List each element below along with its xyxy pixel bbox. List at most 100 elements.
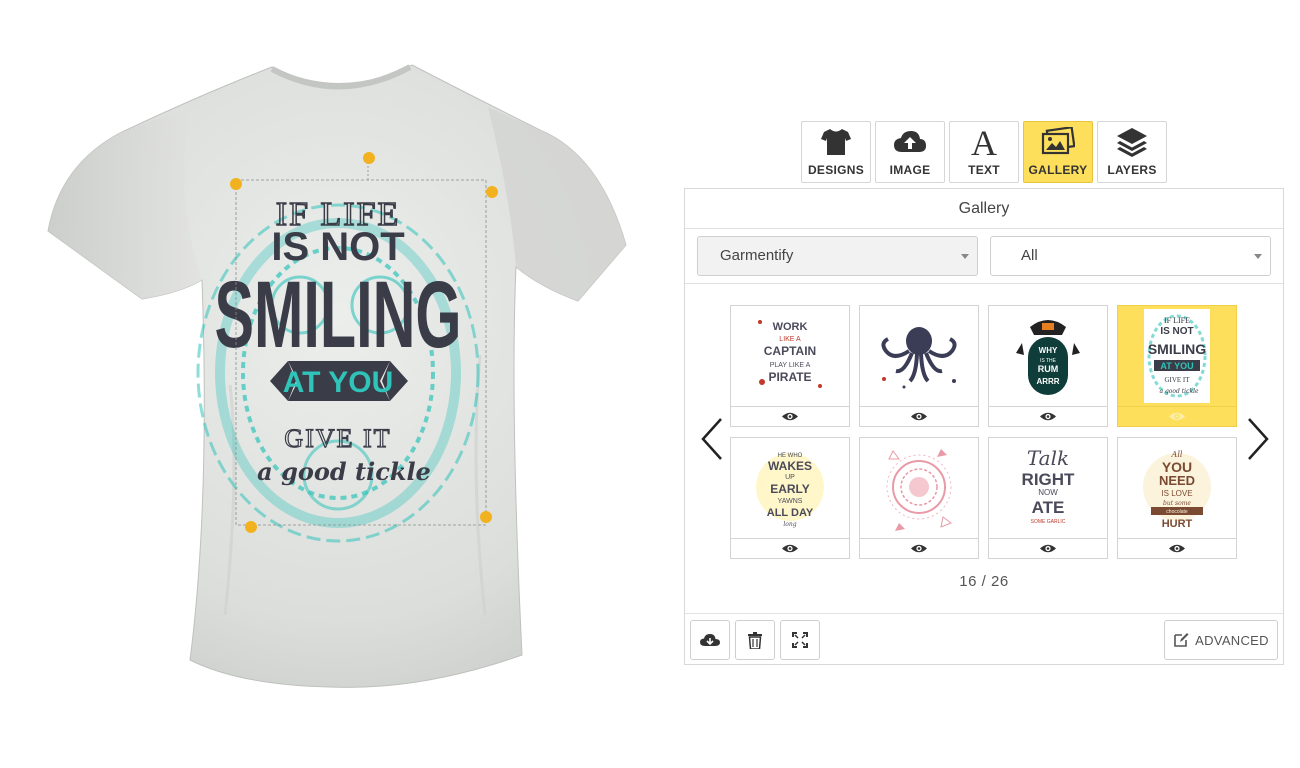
fullscreen-button[interactable]: [780, 620, 820, 660]
preview-eye-button[interactable]: [860, 538, 978, 558]
tab-layers[interactable]: LAYERS: [1097, 121, 1167, 183]
svg-text:CAPTAIN: CAPTAIN: [764, 344, 816, 358]
gallery-thumbnail: All YOU NEED IS LOVE but some chocolate …: [1118, 438, 1236, 538]
cloud-upload-icon: [893, 126, 927, 158]
panel-title: Gallery: [685, 189, 1283, 229]
eye-icon: [911, 544, 927, 553]
svg-text:AT YOU: AT YOU: [1160, 361, 1193, 371]
svg-text:RUM: RUM: [1038, 364, 1059, 374]
gallery-item[interactable]: HE WHO WAKES UP EARLY YAWNS ALL DAY long: [730, 437, 850, 559]
gallery-item[interactable]: WHY IS THE RUM ARRR: [988, 305, 1108, 427]
preview-eye-button[interactable]: [860, 406, 978, 426]
gallery-thumbnail: WHY IS THE RUM ARRR: [989, 306, 1107, 406]
svg-text:WAKES: WAKES: [768, 459, 812, 473]
chevron-down-icon: [961, 254, 969, 259]
svg-text:GIVE IT: GIVE IT: [1164, 376, 1190, 384]
divider: [685, 283, 1283, 284]
gallery-thumbnail: WORK LIKE A CAPTAIN PLAY LIKE A PIRATE: [731, 306, 849, 406]
gallery-thumbnail: Talk RIGHT NOW ATE SOME GARLIC: [989, 438, 1107, 538]
tab-layers-label: LAYERS: [1107, 163, 1157, 177]
design-line-5: GIVE IT: [284, 424, 391, 453]
gallery-item[interactable]: [859, 305, 979, 427]
divider: [685, 613, 1283, 614]
expand-icon: [792, 632, 808, 648]
svg-text:LIKE A: LIKE A: [779, 336, 801, 343]
mandala-icon: [886, 449, 953, 531]
preview-eye-button[interactable]: [989, 538, 1107, 558]
preview-eye-button[interactable]: [1118, 406, 1236, 426]
svg-text:ATE: ATE: [1032, 498, 1065, 517]
tab-image[interactable]: IMAGE: [875, 121, 945, 183]
gallery-item[interactable]: All YOU NEED IS LOVE but some chocolate …: [1117, 437, 1237, 559]
resize-handle-bottom-left: [245, 521, 257, 533]
svg-text:PIRATE: PIRATE: [768, 370, 811, 384]
advanced-button[interactable]: ADVANCED: [1164, 620, 1278, 660]
page-current: 16: [959, 573, 977, 590]
preview-eye-button[interactable]: [1118, 538, 1236, 558]
svg-text:long: long: [783, 521, 796, 528]
svg-text:IS NOT: IS NOT: [1160, 326, 1193, 337]
gallery-item[interactable]: WORK LIKE A CAPTAIN PLAY LIKE A PIRATE: [730, 305, 850, 427]
chevron-right-icon: [1248, 418, 1269, 460]
tab-text[interactable]: A TEXT: [949, 121, 1019, 183]
svg-text:IS LOVE: IS LOVE: [1161, 489, 1192, 498]
gallery-item[interactable]: [859, 437, 979, 559]
prev-page-arrow[interactable]: [697, 415, 727, 463]
eye-icon: [1169, 412, 1185, 421]
octopus-icon: [881, 327, 957, 389]
resize-handle-bottom-right: [480, 511, 492, 523]
resize-handle-top-left: [230, 178, 242, 190]
tab-designs[interactable]: DESIGNS: [801, 121, 871, 183]
gallery-thumbnail: [860, 438, 978, 538]
next-page-arrow[interactable]: [1243, 415, 1273, 463]
source-select[interactable]: Garmentify: [697, 236, 978, 276]
eye-icon: [1040, 412, 1056, 421]
page-total: 26: [991, 573, 1009, 590]
gallery-grid: WORK LIKE A CAPTAIN PLAY LIKE A PIRATE W…: [730, 305, 1240, 559]
svg-text:NOW: NOW: [1038, 488, 1058, 497]
delete-button[interactable]: [735, 620, 775, 660]
eye-icon: [1040, 544, 1056, 553]
chevron-left-icon: [701, 418, 722, 460]
svg-text:YAWNS: YAWNS: [778, 498, 803, 505]
tshirt-mockup: IF LIFE IS NOT SMILING AT YOU GIVE IT a …: [47, 64, 627, 688]
svg-text:ALL DAY: ALL DAY: [767, 507, 814, 519]
preview-eye-button[interactable]: [989, 406, 1107, 426]
eye-icon: [782, 412, 798, 421]
svg-text:A: A: [971, 126, 997, 158]
svg-text:WHY: WHY: [1039, 346, 1058, 355]
svg-text:a good tickle: a good tickle: [1159, 388, 1199, 395]
design-line-4: AT YOU: [283, 366, 394, 399]
tshirt-icon: [819, 126, 853, 158]
tab-image-label: IMAGE: [889, 163, 931, 177]
gallery-item[interactable]: Talk RIGHT NOW ATE SOME GARLIC: [988, 437, 1108, 559]
svg-text:UP: UP: [785, 474, 795, 481]
tab-designs-label: DESIGNS: [807, 163, 865, 177]
shirt-preview[interactable]: IF LIFE IS NOT SMILING AT YOU GIVE IT a …: [40, 55, 640, 695]
save-cloud-button[interactable]: [690, 620, 730, 660]
tab-gallery[interactable]: GALLERY: [1023, 121, 1093, 183]
category-select[interactable]: All: [990, 236, 1271, 276]
resize-handle-top-right: [486, 186, 498, 198]
preview-eye-button[interactable]: [731, 538, 849, 558]
tab-gallery-label: GALLERY: [1028, 163, 1088, 177]
advanced-label: ADVANCED: [1195, 632, 1269, 648]
svg-text:IF LIFE: IF LIFE: [1164, 316, 1190, 325]
page-separator: /: [981, 573, 987, 590]
svg-text:HURT: HURT: [1162, 518, 1193, 530]
svg-text:ARRR: ARRR: [1036, 377, 1059, 386]
svg-text:EARLY: EARLY: [770, 482, 810, 496]
trash-icon: [748, 631, 762, 649]
gallery-item-selected[interactable]: IF LIFE IS NOT SMILING AT YOU GIVE IT a …: [1117, 305, 1237, 427]
chevron-down-icon: [1254, 254, 1262, 259]
cloud-download-icon: [700, 633, 720, 646]
svg-text:RIGHT: RIGHT: [1022, 470, 1076, 489]
preview-eye-button[interactable]: [731, 406, 849, 426]
svg-text:chocolate: chocolate: [1166, 509, 1188, 515]
layers-icon: [1115, 126, 1149, 158]
svg-text:WORK: WORK: [773, 321, 808, 333]
svg-text:SOME GARLIC: SOME GARLIC: [1031, 519, 1066, 525]
gallery-thumbnail: HE WHO WAKES UP EARLY YAWNS ALL DAY long: [731, 438, 849, 538]
design-line-6: a good tickle: [257, 457, 431, 486]
svg-text:but some: but some: [1163, 500, 1191, 507]
